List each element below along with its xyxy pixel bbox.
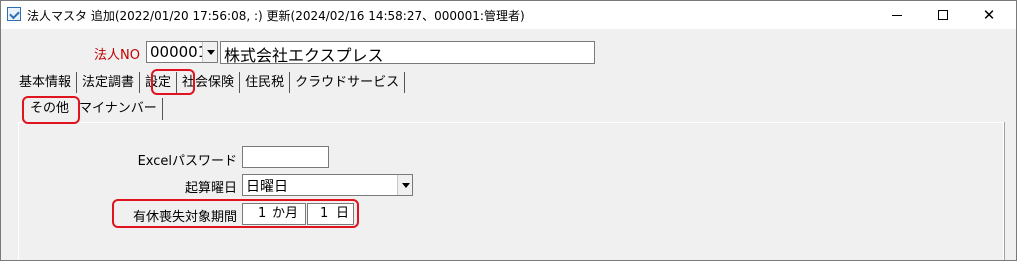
days-unit: 日 xyxy=(336,206,350,221)
days-value: 1 xyxy=(320,206,329,221)
company-name-field[interactable]: 株式会社エクスプレス xyxy=(220,41,595,65)
subtab-my-number[interactable]: マイナンバー xyxy=(74,98,163,120)
tab-social-insurance[interactable]: 社会保険 xyxy=(177,72,241,93)
tab-resident-tax[interactable]: 住民税 xyxy=(240,72,291,93)
subtab-other[interactable]: その他 xyxy=(25,98,74,120)
tab-statutory-reports[interactable]: 法定調書 xyxy=(77,72,141,93)
window: 法人マスタ 追加(2022/01/20 17:56:08, :) 更新(2024… xyxy=(0,0,1017,261)
minimize-icon xyxy=(892,15,902,16)
start-weekday-label: 起算曜日 xyxy=(184,181,237,196)
company-name-value: 株式会社エクスプレス xyxy=(224,46,384,65)
app-icon xyxy=(7,7,21,21)
months-value: 1 xyxy=(258,206,267,221)
excel-password-label: Excelパスワード xyxy=(137,154,237,169)
company-no-value: 000001 xyxy=(150,43,208,61)
panel-border-shadow xyxy=(1004,122,1005,260)
tab-basic-info[interactable]: 基本情報 xyxy=(14,72,78,93)
company-no-label: 法人NO xyxy=(94,48,140,63)
close-button[interactable]: ✕ xyxy=(966,1,1012,29)
minimize-button[interactable] xyxy=(874,1,920,29)
maximize-icon xyxy=(938,10,948,20)
start-weekday-value: 日曜日 xyxy=(246,179,288,195)
leave-expiry-label: 有休喪失対象期間 xyxy=(132,210,237,225)
window-title: 法人マスタ 追加(2022/01/20 17:56:08, :) 更新(2024… xyxy=(27,9,525,23)
chevron-down-icon[interactable] xyxy=(397,175,412,195)
maximize-button[interactable] xyxy=(920,1,966,29)
company-no-select[interactable]: 000001 xyxy=(146,41,218,63)
start-weekday-select[interactable]: 日曜日 xyxy=(242,174,413,196)
excel-password-field[interactable] xyxy=(242,146,329,168)
title-bar: 法人マスタ 追加(2022/01/20 17:56:08, :) 更新(2024… xyxy=(1,1,1016,29)
tab-settings[interactable]: 設定 xyxy=(140,72,178,93)
months-field[interactable]: 1 か月 xyxy=(242,203,306,225)
sub-tabs: その他 マイナンバー xyxy=(25,98,163,122)
days-field[interactable]: 1 日 xyxy=(307,203,354,225)
main-tabs: 基本情報 法定調書 設定 社会保険 住民税 クラウドサービス xyxy=(14,72,406,94)
chevron-down-icon[interactable] xyxy=(202,42,217,62)
months-unit: か月 xyxy=(272,206,299,221)
settings-panel xyxy=(18,122,1003,260)
tab-cloud-services[interactable]: クラウドサービス xyxy=(290,72,406,93)
close-icon: ✕ xyxy=(982,6,996,24)
